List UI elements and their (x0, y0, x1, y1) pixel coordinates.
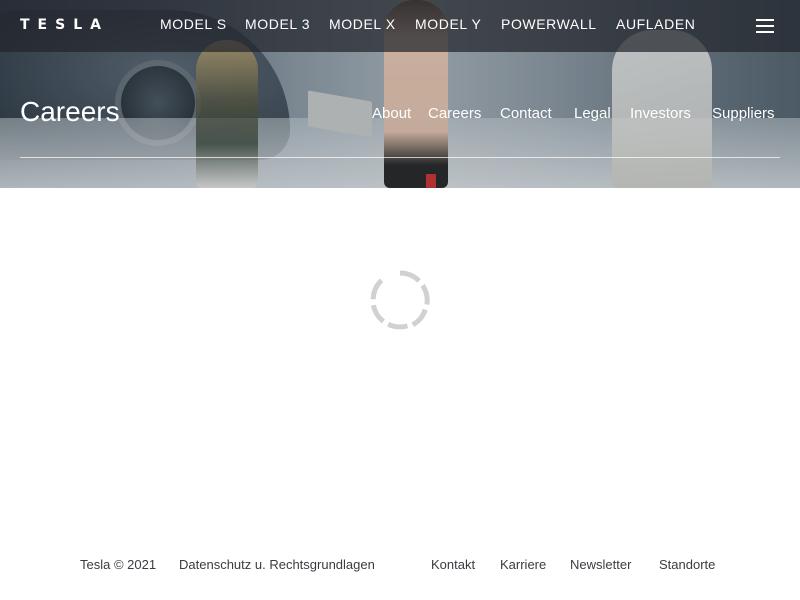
nav-model-3-link[interactable]: MODEL 3 (245, 16, 310, 32)
subnav-suppliers-link[interactable]: Suppliers (712, 105, 775, 122)
page-title: Careers (20, 96, 120, 127)
nav-aufladen-link[interactable]: AUFLADEN (616, 16, 695, 32)
subnav-careers-link[interactable]: Careers (428, 105, 481, 122)
footer-privacy-link[interactable]: Datenschutz u. Rechtsgrundlagen (179, 557, 375, 572)
nav-powerwall-link[interactable]: POWERWALL (501, 16, 597, 32)
hero-divider (20, 157, 780, 158)
subnav-investors-link[interactable]: Investors (630, 105, 691, 122)
loading-spinner-icon (370, 270, 430, 330)
subnav-contact-link[interactable]: Contact (500, 105, 552, 122)
nav-model-y-link[interactable]: MODEL Y (415, 16, 481, 32)
hamburger-menu-icon[interactable] (756, 19, 774, 33)
tesla-logo[interactable]: TESLA (20, 17, 109, 33)
footer-locations-link[interactable]: Standorte (659, 557, 715, 572)
nav-model-s-link[interactable]: MODEL S (160, 16, 227, 32)
footer-careers-link[interactable]: Karriere (500, 557, 546, 572)
nav-model-x-link[interactable]: MODEL X (329, 16, 396, 32)
subnav-legal-link[interactable]: Legal (574, 105, 611, 122)
footer-newsletter-link[interactable]: Newsletter (570, 557, 631, 572)
footer-copyright: Tesla © 2021 (80, 557, 157, 572)
top-navigation: TESLA MODEL S MODEL 3 MODEL X MODEL Y PO… (0, 0, 800, 52)
footer-contact-link[interactable]: Kontakt (431, 557, 475, 572)
subnav-about-link[interactable]: About (372, 105, 411, 122)
